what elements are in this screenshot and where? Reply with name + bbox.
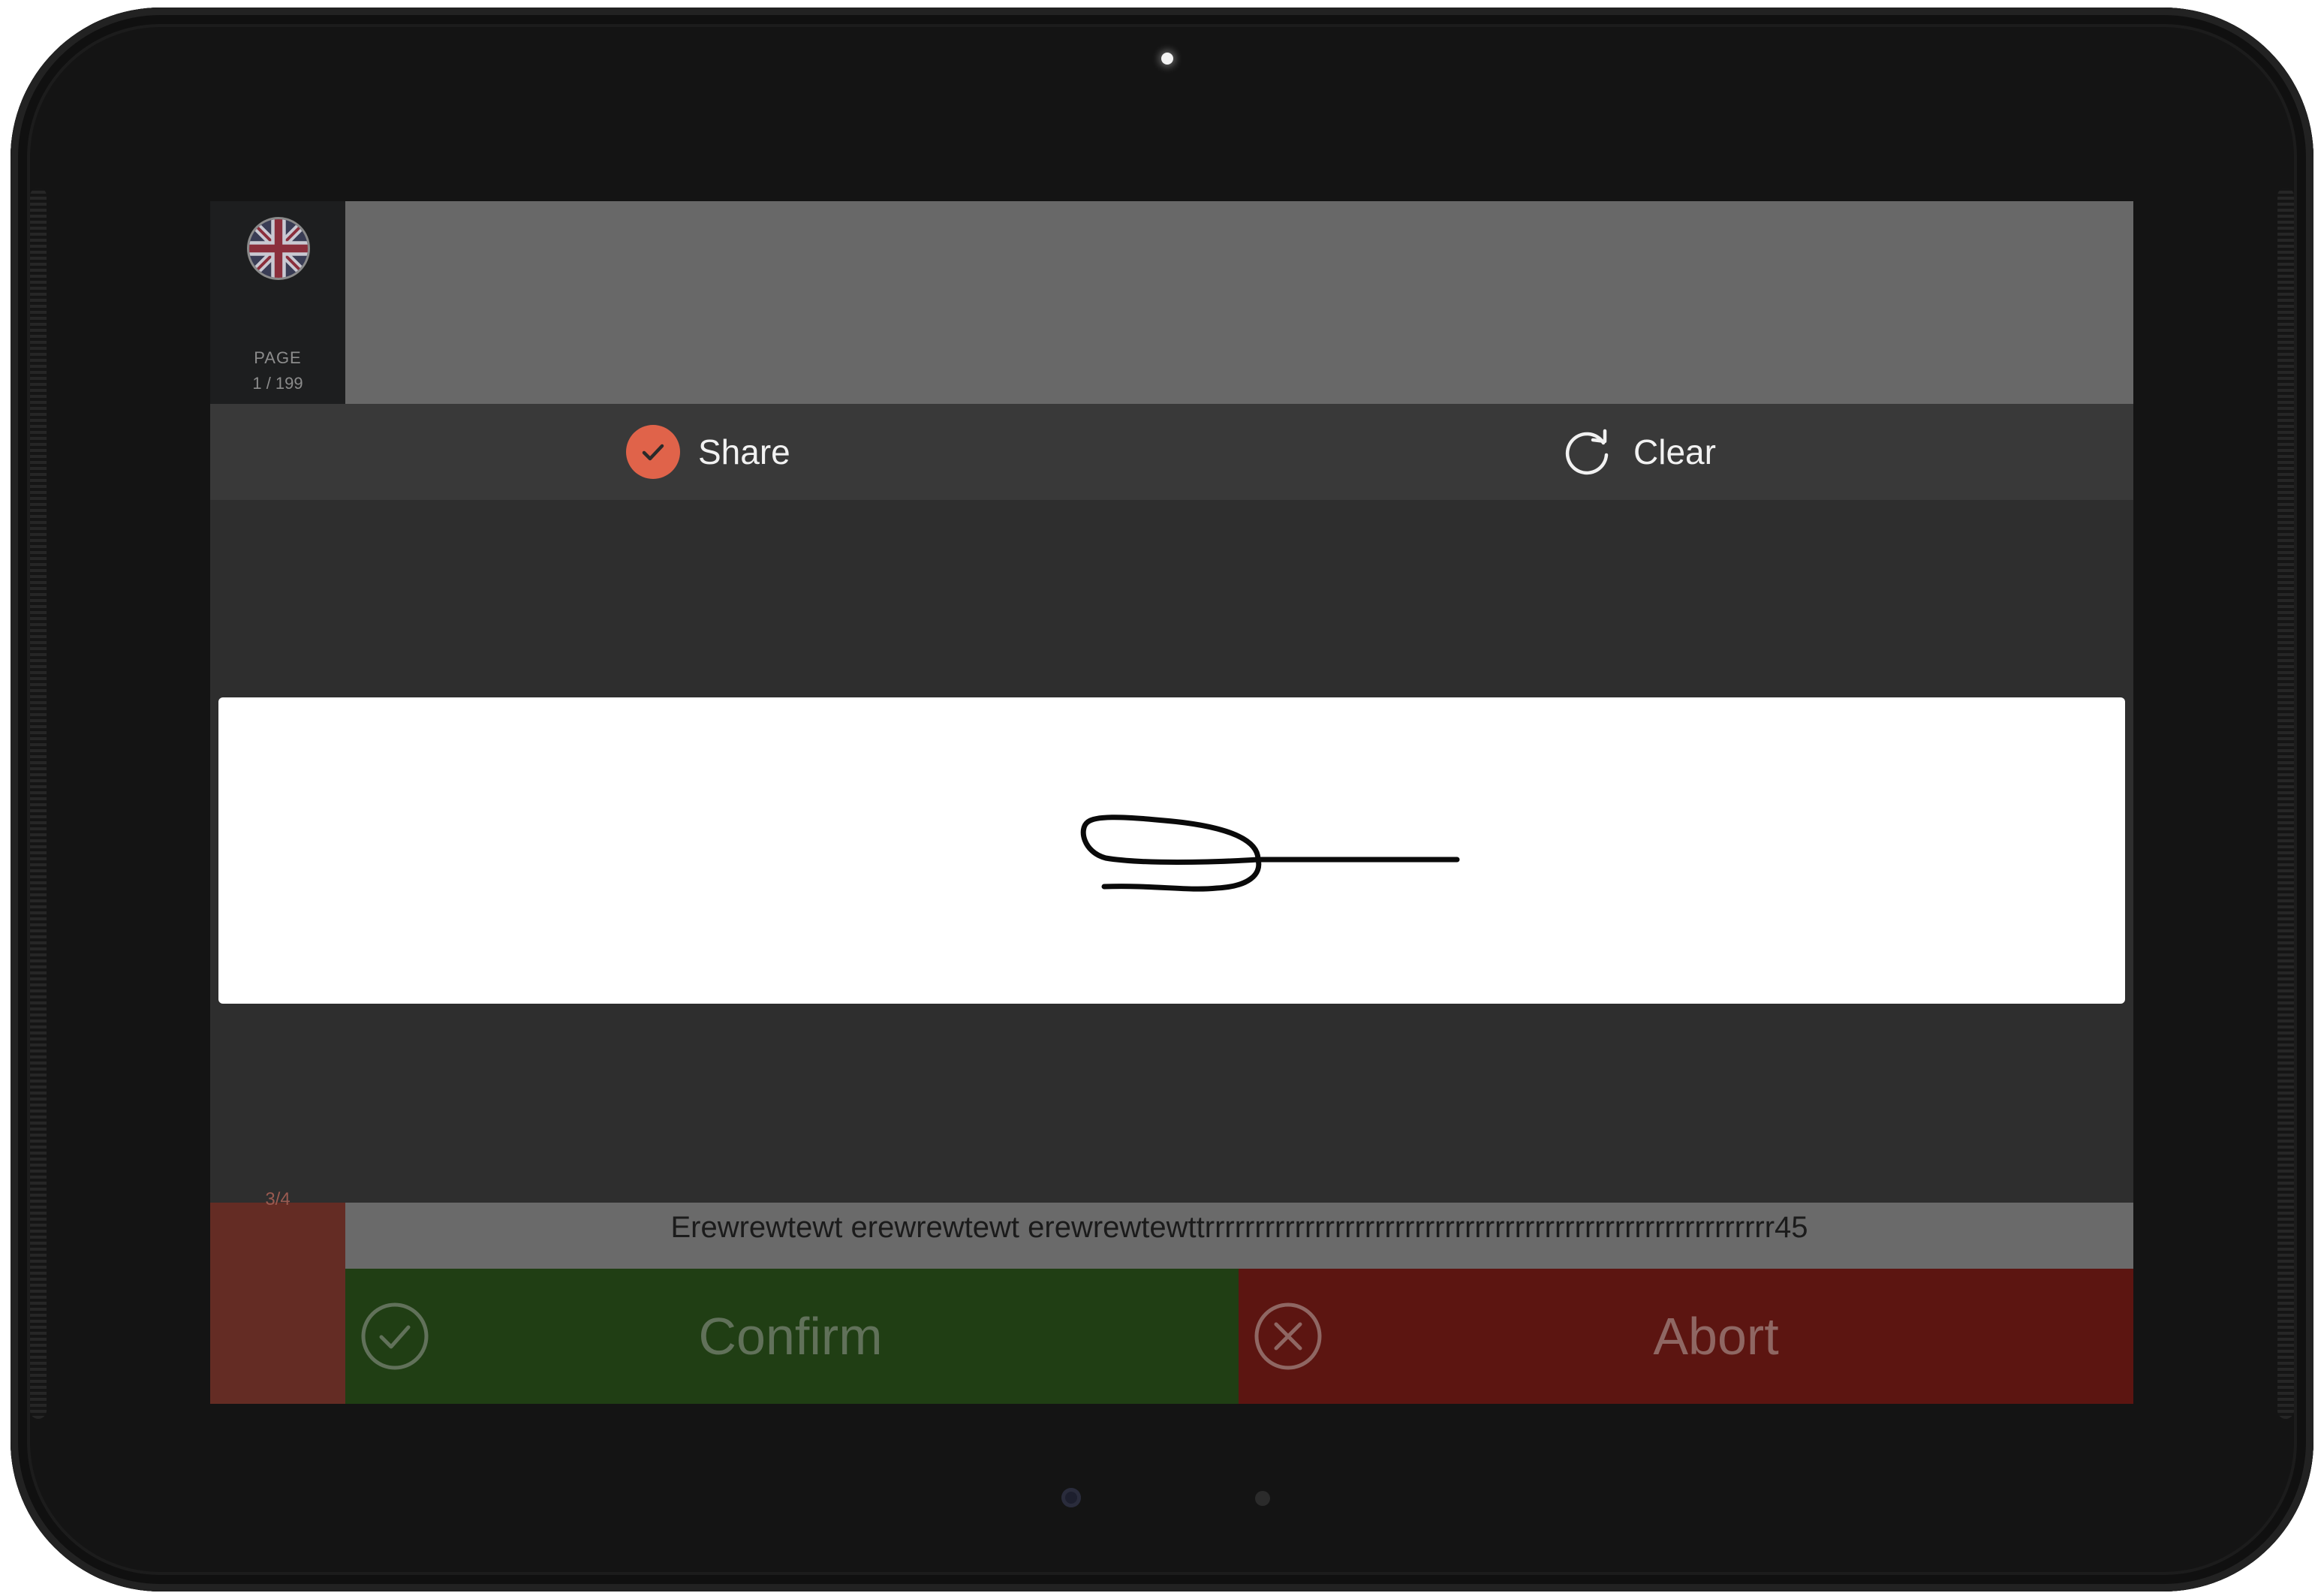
page-label: PAGE xyxy=(254,348,302,367)
speaker-grille-left xyxy=(30,188,47,1419)
abort-label: Abort xyxy=(1653,1307,1779,1366)
bottom-camera-icon xyxy=(1061,1488,1081,1507)
app-screen: PAGE 1 / 199 Share Clear 3/4 Erewrewtewt… xyxy=(210,201,2133,1404)
side-panel: PAGE 1 / 199 xyxy=(210,201,345,404)
confirm-button[interactable]: Confirm xyxy=(345,1269,1239,1404)
abort-button[interactable]: Abort xyxy=(1239,1269,2133,1404)
tablet-frame: PAGE 1 / 199 Share Clear 3/4 Erewrewtewt… xyxy=(11,8,2313,1591)
check-circle-icon xyxy=(626,425,680,479)
signature-pad[interactable] xyxy=(218,697,2125,1004)
side-bottom-text: 3/4 xyxy=(265,1189,290,1209)
signature-toolbar: Share Clear xyxy=(210,404,2133,500)
page-count: 1 / 199 xyxy=(252,374,303,393)
uk-flag-icon[interactable] xyxy=(247,217,310,280)
front-camera-icon xyxy=(1161,53,1173,65)
signature-stroke xyxy=(1080,815,1460,892)
speaker-grille-right xyxy=(2277,188,2294,1419)
clear-button[interactable]: Clear xyxy=(1561,404,1716,500)
document-info-text: Erewrewtewt erewrewtewt erewrewtewttrrrr… xyxy=(345,1203,2133,1269)
confirm-label: Confirm xyxy=(698,1307,883,1366)
refresh-icon xyxy=(1561,425,1615,479)
uk-flag-svg xyxy=(249,219,308,278)
share-button[interactable]: Share xyxy=(626,404,790,500)
clear-label: Clear xyxy=(1633,432,1716,471)
sensor-icon xyxy=(1255,1491,1270,1506)
header-bar xyxy=(210,201,2133,404)
share-label: Share xyxy=(698,432,790,471)
